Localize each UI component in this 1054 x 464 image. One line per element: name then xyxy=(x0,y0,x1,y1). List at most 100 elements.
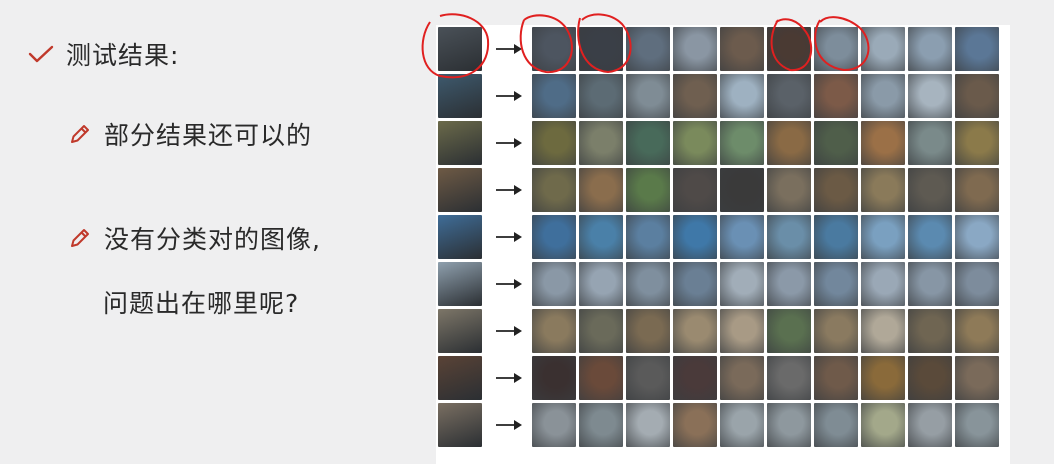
arrow-right-icon xyxy=(494,27,524,71)
point-2-text: 没有分类对的图像, xyxy=(104,225,321,254)
result-image xyxy=(532,262,576,306)
arrow-right-icon xyxy=(494,168,524,212)
result-image xyxy=(767,356,811,400)
pencil-icon xyxy=(68,226,92,250)
result-image xyxy=(767,27,811,71)
result-image xyxy=(861,262,905,306)
result-image xyxy=(532,309,576,353)
result-image xyxy=(579,215,623,259)
result-image xyxy=(908,262,952,306)
retrieval-results-grid xyxy=(436,25,1010,464)
result-image xyxy=(767,121,811,165)
result-image xyxy=(908,27,952,71)
result-image xyxy=(861,215,905,259)
result-image xyxy=(767,168,811,212)
result-image xyxy=(532,27,576,71)
heading-bullet: 测试结果: xyxy=(28,36,179,72)
arrow-right-icon xyxy=(494,262,524,306)
result-image xyxy=(532,356,576,400)
result-image xyxy=(532,121,576,165)
result-image xyxy=(626,27,670,71)
result-image xyxy=(908,215,952,259)
result-image xyxy=(814,403,858,447)
result-image xyxy=(861,309,905,353)
result-image xyxy=(861,74,905,118)
result-image xyxy=(579,356,623,400)
query-image xyxy=(438,168,482,212)
result-image xyxy=(720,262,764,306)
result-image xyxy=(908,356,952,400)
result-image xyxy=(814,215,858,259)
result-image xyxy=(720,74,764,118)
result-image xyxy=(720,309,764,353)
result-image xyxy=(861,27,905,71)
result-image xyxy=(767,403,811,447)
result-image xyxy=(955,27,999,71)
result-image xyxy=(532,74,576,118)
query-image xyxy=(438,27,482,71)
result-image xyxy=(955,74,999,118)
result-image xyxy=(673,215,717,259)
result-image xyxy=(908,74,952,118)
result-image xyxy=(955,309,999,353)
result-image xyxy=(861,121,905,165)
arrow-right-icon xyxy=(494,356,524,400)
result-image xyxy=(720,215,764,259)
result-image xyxy=(720,27,764,71)
query-image xyxy=(438,309,482,353)
result-image xyxy=(673,262,717,306)
result-image xyxy=(814,74,858,118)
result-image xyxy=(955,121,999,165)
arrow-right-icon xyxy=(494,121,524,165)
query-image xyxy=(438,356,482,400)
pencil-icon xyxy=(68,122,92,146)
result-image xyxy=(767,74,811,118)
result-image xyxy=(720,121,764,165)
result-image xyxy=(955,168,999,212)
arrow-right-icon xyxy=(494,74,524,118)
result-image xyxy=(908,121,952,165)
result-image xyxy=(579,27,623,71)
result-image xyxy=(626,74,670,118)
result-image xyxy=(673,74,717,118)
point-1-text: 部分结果还可以的 xyxy=(104,121,313,150)
result-image xyxy=(626,356,670,400)
result-image xyxy=(955,262,999,306)
result-image xyxy=(955,215,999,259)
result-image xyxy=(814,121,858,165)
result-image xyxy=(626,309,670,353)
result-image xyxy=(673,403,717,447)
result-image xyxy=(908,403,952,447)
query-image xyxy=(438,215,482,259)
result-image xyxy=(673,121,717,165)
result-image xyxy=(861,403,905,447)
result-image xyxy=(814,309,858,353)
arrow-right-icon xyxy=(494,403,524,447)
result-image xyxy=(861,168,905,212)
result-image xyxy=(814,27,858,71)
result-image xyxy=(673,356,717,400)
point-1: 部分结果还可以的 xyxy=(68,116,312,152)
result-image xyxy=(767,262,811,306)
result-image xyxy=(720,403,764,447)
query-image xyxy=(438,403,482,447)
result-image xyxy=(908,168,952,212)
result-image xyxy=(532,215,576,259)
point-2-continuation: 问题出在哪里呢? xyxy=(103,289,300,318)
result-image xyxy=(532,403,576,447)
query-image xyxy=(438,74,482,118)
check-icon xyxy=(28,44,54,64)
result-image xyxy=(908,309,952,353)
result-image xyxy=(626,262,670,306)
result-image xyxy=(673,309,717,353)
result-image xyxy=(767,215,811,259)
result-image xyxy=(626,403,670,447)
result-image xyxy=(626,168,670,212)
result-image xyxy=(579,309,623,353)
point-2: 没有分类对的图像, xyxy=(68,220,321,256)
result-image xyxy=(767,309,811,353)
result-image xyxy=(626,215,670,259)
result-image xyxy=(720,168,764,212)
result-image xyxy=(814,168,858,212)
result-image xyxy=(579,121,623,165)
